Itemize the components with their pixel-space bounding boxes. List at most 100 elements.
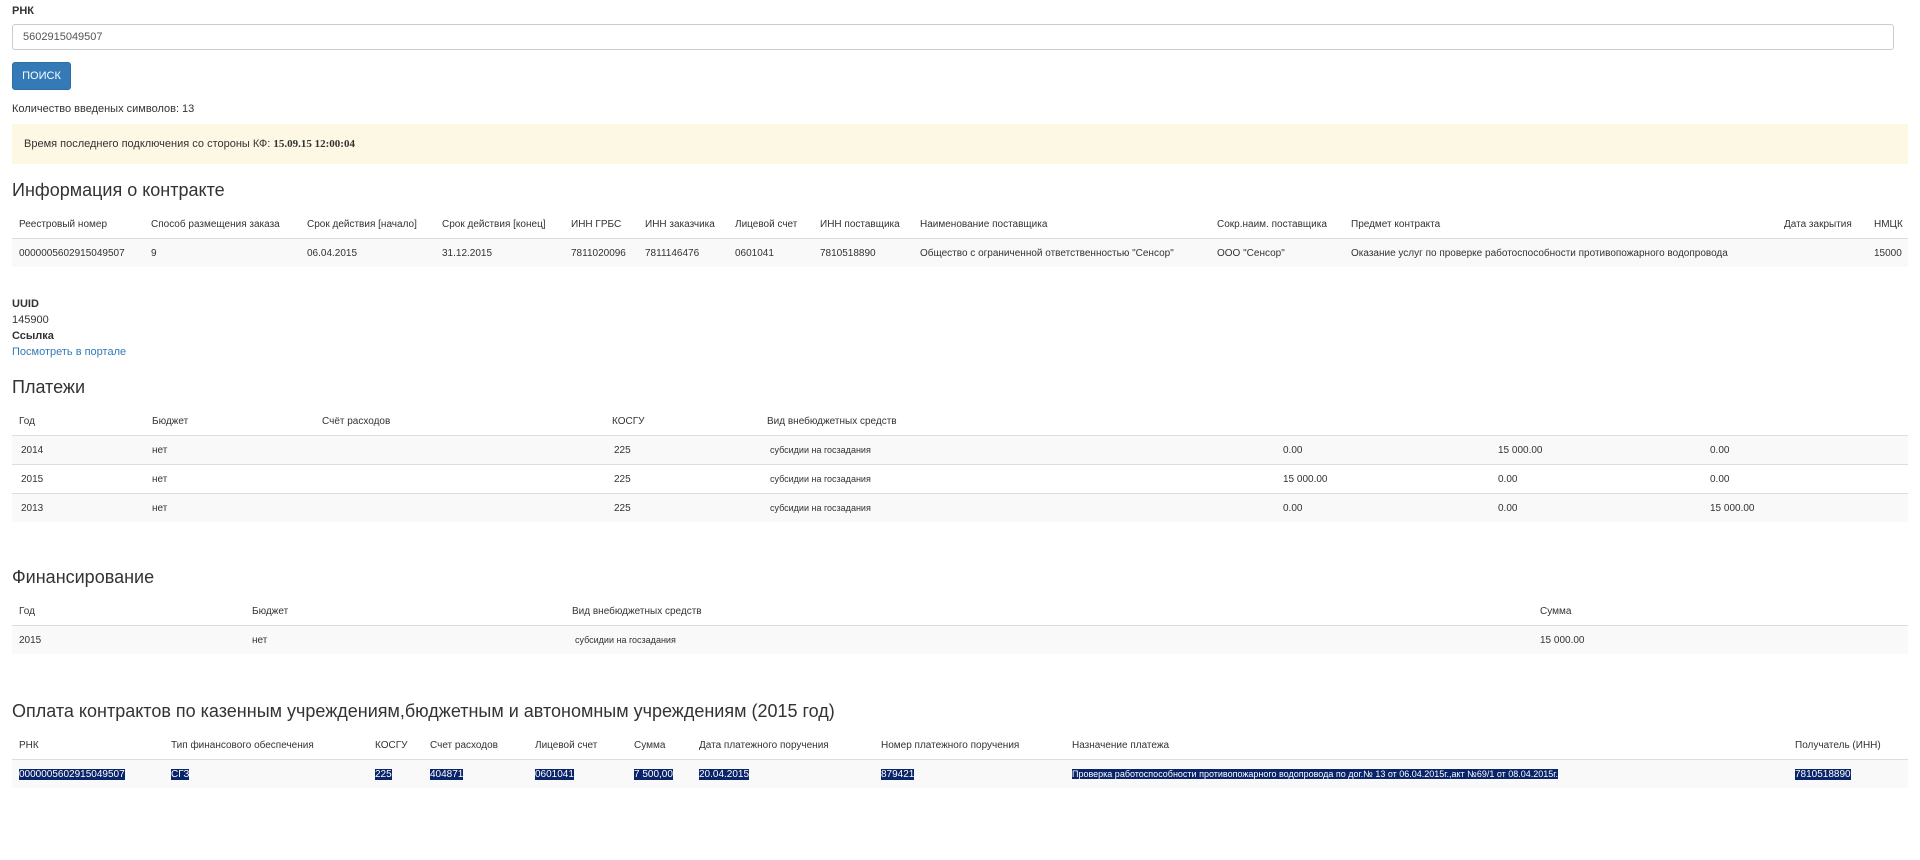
cell-inn-customer: 7811146476 [638,238,728,267]
cell-close-date [1777,238,1867,267]
cell-funds-type: субсидии на госзадания [565,625,1533,654]
cell-year: 2015 [12,625,245,654]
rnk-label: РНК [12,5,34,17]
cell-subject: Оказание услуг по проверке работоспособн… [1344,238,1777,267]
cell-year: 2015 [12,464,145,494]
cell-supplier-short: ООО "Сенсор" [1210,238,1344,267]
cell-expense-account [315,435,605,465]
cell-kosgu: 225 [368,759,423,788]
cell-inn-supplier: 7810518890 [813,238,913,267]
alert-text: Время последнего подключения со стороны … [24,138,271,150]
cell-term-end: 31.12.2015 [435,238,564,267]
contract-payments-title: Оплата контрактов по казенным учреждения… [12,701,835,721]
col-term-end: Срок действия [конец] [435,210,564,239]
cell-kosgu: 225 [605,493,760,522]
cell-inn-grbs: 7811020096 [564,238,638,267]
col-inn-grbs: ИНН ГРБС [564,210,638,239]
col-term-start: Срок действия [начало] [300,210,435,239]
col-sum: Сумма [1533,597,1908,626]
col-sum: Сумма [627,731,692,760]
payments-title: Платежи [12,377,86,397]
col-purpose: Назначение платежа [1065,731,1788,760]
cell-amount-3: 0.00 [1703,435,1908,465]
financing-header-row: Год Бюджет Вид внебюджетных средств Сумм… [12,597,1908,626]
contract-header-row: Реестровый номер Способ размещения заказ… [12,210,1908,239]
cell-nmck: 15000 [1867,238,1908,267]
cell-account: 0601041 [728,238,813,267]
table-row: 0000005602915049507 СГЗ 225 404871 06010… [12,759,1908,788]
col-budget: Бюджет [245,597,565,626]
cell-budget: нет [145,435,315,465]
connection-alert: Время последнего подключения со стороны … [12,124,1908,164]
portal-link[interactable]: Посмотреть в портале [12,346,126,358]
col-order-date: Дата платежного поручения [692,731,874,760]
col-budget: Бюджет [145,407,315,436]
uuid-label: UUID [12,298,39,310]
col-year: Год [12,597,245,626]
cell-sum: 15 000.00 [1533,625,1908,654]
cell-sum: 7 500,00 [627,759,692,788]
col-close-date: Дата закрытия [1777,210,1867,239]
cell-expense-account [315,493,605,522]
contract-payments-header-row: РНК Тип финансового обеспечения КОСГУ Сч… [12,731,1908,760]
col-registry-number: Реестровый номер [12,210,144,239]
cell-funds-type: субсидии на госзадания [760,435,1276,465]
cell-amount-2: 0.00 [1491,493,1703,522]
cell-budget: нет [245,625,565,654]
cell-year: 2014 [12,435,145,465]
cell-amount-1: 15 000.00 [1276,464,1491,494]
col-expense-account: Счет расходов [423,731,528,760]
financing-table: Год Бюджет Вид внебюджетных средств Сумм… [12,597,1908,654]
cell-kosgu: 225 [605,435,760,465]
cell-year: 2013 [12,493,145,522]
table-row: 0000005602915049507 9 06.04.2015 31.12.2… [12,238,1908,267]
cell-amount-1: 0.00 [1276,435,1491,465]
cell-expense-account [315,464,605,494]
table-row: 2015 нет 225 субсидии на госзадания 15 0… [12,464,1908,494]
col-year: Год [12,407,145,436]
cell-finance-type: СГЗ [164,759,368,788]
alert-datetime: 15.09.15 12:00:04 [273,138,355,150]
search-button[interactable]: ПОИСК [12,62,71,90]
cell-amount-1: 0.00 [1276,493,1491,522]
cell-account: 0601041 [528,759,627,788]
cell-amount-2: 0.00 [1491,464,1703,494]
col-amount-1 [1276,407,1491,436]
col-inn-supplier: ИНН поставщика [813,210,913,239]
cell-recipient-inn: 7810518890 [1788,759,1908,788]
col-subject: Предмет контракта [1344,210,1777,239]
col-amount-2 [1491,407,1703,436]
table-row: 2013 нет 225 субсидии на госзадания 0.00… [12,493,1908,522]
contract-payments-table: РНК Тип финансового обеспечения КОСГУ Сч… [12,731,1908,788]
cell-registry-number: 0000005602915049507 [12,238,144,267]
col-inn-customer: ИНН заказчика [638,210,728,239]
col-recipient-inn: Получатель (ИНН) [1788,731,1908,760]
col-placement-method: Способ размещения заказа [144,210,300,239]
uuid-value: 145900 [12,314,49,326]
cell-term-start: 06.04.2015 [300,238,435,267]
col-account: Лицевой счет [728,210,813,239]
cell-budget: нет [145,493,315,522]
payments-table: Год Бюджет Счёт расходов КОСГУ Вид внебю… [12,407,1908,522]
table-row: 2014 нет 225 субсидии на госзадания 0.00… [12,435,1908,465]
cell-amount-3: 0.00 [1703,464,1908,494]
cell-funds-type: субсидии на госзадания [760,464,1276,494]
cell-funds-type: субсидии на госзадания [760,493,1276,522]
col-amount-3 [1703,407,1908,436]
col-rnk: РНК [12,731,164,760]
cell-purpose: Проверка работоспособности противопожарн… [1065,759,1788,788]
col-finance-type: Тип финансового обеспечения [164,731,368,760]
col-supplier-name: Наименование поставщика [913,210,1210,239]
col-funds-type: Вид внебюджетных средств [565,597,1533,626]
payments-header-row: Год Бюджет Счёт расходов КОСГУ Вид внебю… [12,407,1908,436]
cell-order-number: 879421 [874,759,1065,788]
cell-amount-2: 15 000.00 [1491,435,1703,465]
cell-kosgu: 225 [605,464,760,494]
cell-expense-account: 404871 [423,759,528,788]
cell-supplier-name: Общество с ограниченной ответственностью… [913,238,1210,267]
cell-rnk: 0000005602915049507 [12,759,164,788]
col-funds-type: Вид внебюджетных средств [760,407,1276,436]
col-kosgu: КОСГУ [605,407,760,436]
contract-table: Реестровый номер Способ размещения заказ… [12,210,1908,267]
rnk-input[interactable]: 5602915049507 [12,24,1894,50]
